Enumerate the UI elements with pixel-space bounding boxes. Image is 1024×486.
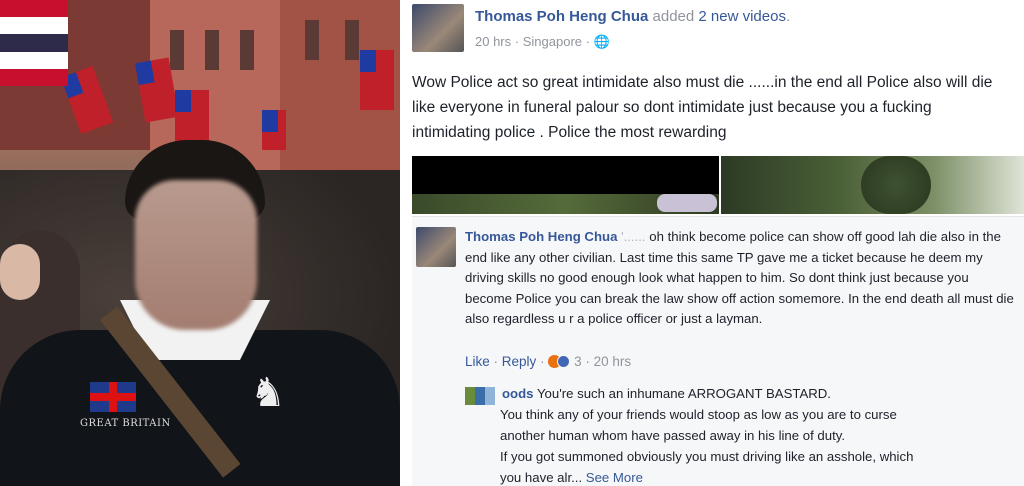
author-avatar[interactable] <box>412 4 464 52</box>
post-location[interactable]: Singapore <box>523 34 582 49</box>
facebook-post: Thomas Poh Heng Chua added 2 new videos.… <box>400 0 1024 486</box>
reply-line: You think any of your friends would stoo… <box>500 407 897 422</box>
blurred-face <box>135 180 257 330</box>
author-name-link[interactable]: Thomas Poh Heng Chua <box>475 8 648 25</box>
sad-reaction-icon[interactable] <box>557 355 571 368</box>
reply-line: another human whom have passed away in h… <box>500 428 846 443</box>
see-more-link[interactable]: See More <box>586 470 643 485</box>
post-meta: 20 hrs · Singapore · 🌐 <box>475 34 610 49</box>
blurred-person: GREAT BRITAIN ♞ <box>0 140 400 486</box>
post-header: Thomas Poh Heng Chua added 2 new videos. <box>475 8 791 25</box>
post-body: Wow Police act so great intimidate also … <box>412 74 993 141</box>
thai-flag-icon <box>0 0 68 86</box>
post-timestamp[interactable]: 20 hrs <box>475 34 511 49</box>
reaction-count[interactable]: 3 <box>574 354 582 369</box>
video-thumbnail[interactable] <box>721 156 1024 214</box>
polo-logo-icon: ♞ <box>250 371 286 415</box>
video-thumbnail[interactable] <box>412 156 719 214</box>
like-button[interactable]: Like <box>465 354 490 369</box>
comment-timestamp[interactable]: 20 hrs <box>594 354 632 369</box>
commenter-avatar[interactable] <box>416 227 456 267</box>
union-jack-icon <box>90 382 136 412</box>
reply-line: You're such an inhumane ARROGANT BASTARD… <box>536 386 831 401</box>
new-videos-link[interactable]: 2 new videos <box>698 8 786 25</box>
comment-author-link[interactable]: Thomas Poh Heng Chua <box>465 229 617 244</box>
globe-icon: 🌐 <box>593 34 610 49</box>
profile-photo: GREAT BRITAIN ♞ <box>0 0 400 486</box>
reply-line: If you got summoned obviously you must d… <box>500 449 914 464</box>
post-action: added <box>652 8 695 25</box>
comment-actions: Like · Reply · 3 · 20 hrs <box>465 354 632 369</box>
comment-section: Thomas Poh Heng Chua '...... oh think be… <box>412 216 1024 486</box>
redacted-text: '...... <box>621 229 650 244</box>
reply-avatar[interactable] <box>465 387 495 405</box>
comment-body: Thomas Poh Heng Chua '...... oh think be… <box>465 227 1019 330</box>
reply-line: you have alr... <box>500 470 583 485</box>
reply-button[interactable]: Reply <box>502 354 537 369</box>
reply-author-link[interactable]: oods <box>502 386 534 401</box>
video-strip <box>412 156 1024 214</box>
flag-icon <box>360 50 394 110</box>
shirt-text: GREAT BRITAIN <box>80 418 171 429</box>
